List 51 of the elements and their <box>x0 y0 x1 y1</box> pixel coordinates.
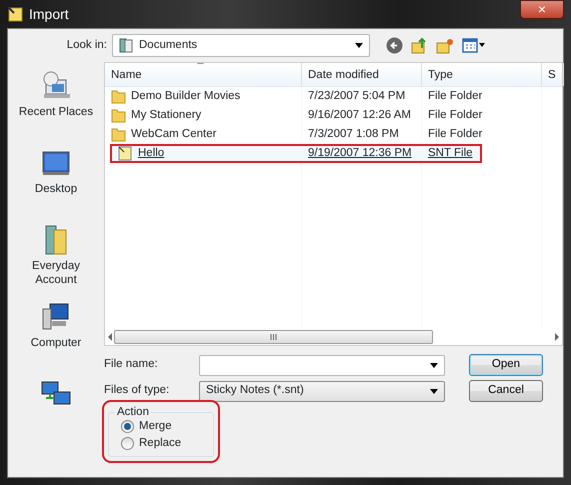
open-button[interactable]: Open <box>469 354 543 376</box>
type-cell-text: File Folder <box>427 88 484 104</box>
file-name-label: File name: <box>104 357 159 372</box>
group-title: Action <box>116 406 150 418</box>
file-name-cell[interactable]: Hello <box>110 144 302 163</box>
radio-button[interactable] <box>121 420 134 433</box>
view-menu-icon[interactable] <box>462 38 486 53</box>
file-type-dropdown[interactable]: Sticky Notes (*.snt) <box>199 380 445 402</box>
window-title: Import <box>29 4 69 24</box>
folder-icon <box>111 108 126 123</box>
date-cell-text: 7/3/2007 1:08 PM <box>307 126 400 142</box>
look-in-label: Look in: <box>66 38 108 53</box>
library-icon <box>119 38 133 53</box>
file-name-cell[interactable]: WebCam Center <box>105 125 302 144</box>
grip-icon <box>270 334 277 340</box>
type-cell-text: File Folder <box>427 126 484 142</box>
radio-label[interactable]: Replace <box>139 435 182 452</box>
scroll-right-icon[interactable] <box>555 332 559 340</box>
place-label[interactable]: Computer <box>30 336 82 350</box>
app-icon <box>7 6 23 22</box>
radio-button[interactable] <box>121 437 134 450</box>
date-cell-text: 9/16/2007 12:26 AM <box>307 108 412 123</box>
dropdown-arrow-icon <box>355 43 363 48</box>
file-name-cell[interactable]: Demo Builder Movies <box>105 87 302 106</box>
file-type-label: Files of type: <box>104 383 170 398</box>
folder-icon <box>111 89 126 104</box>
column-header[interactable]: Date modified <box>302 63 422 86</box>
close-button[interactable]: × <box>520 0 564 19</box>
cancel-button[interactable]: Cancel <box>469 380 543 402</box>
date-cell: 9/19/2007 12:36 PM <box>302 144 422 163</box>
look-in-dropdown[interactable]: Documents <box>112 34 370 57</box>
column-header[interactable]: S <box>542 63 564 86</box>
type-cell: SNT File <box>422 144 482 163</box>
dropdown-arrow-icon <box>430 362 438 368</box>
column-header[interactable]: Name <box>105 63 302 86</box>
file-name-field[interactable] <box>199 354 445 376</box>
place-label[interactable]: Everyday Account <box>16 259 96 287</box>
scroll-thumb[interactable] <box>114 330 433 344</box>
place-label[interactable]: Recent Places <box>18 105 94 119</box>
up-folder-icon[interactable] <box>411 37 428 54</box>
folder-icon <box>111 127 126 142</box>
back-icon[interactable] <box>386 37 403 54</box>
type-cell-text: File Folder <box>427 108 484 123</box>
place-label[interactable]: Desktop <box>34 182 78 196</box>
radio-label[interactable]: Merge <box>139 418 172 435</box>
note-file-icon <box>118 146 133 161</box>
new-folder-icon[interactable] <box>436 38 454 54</box>
dropdown-arrow-icon <box>430 388 438 394</box>
date-cell-text: 7/23/2007 5:04 PM <box>307 88 406 104</box>
file-name-cell[interactable]: My Stationery <box>105 106 302 125</box>
column-header[interactable]: Type <box>422 63 542 86</box>
